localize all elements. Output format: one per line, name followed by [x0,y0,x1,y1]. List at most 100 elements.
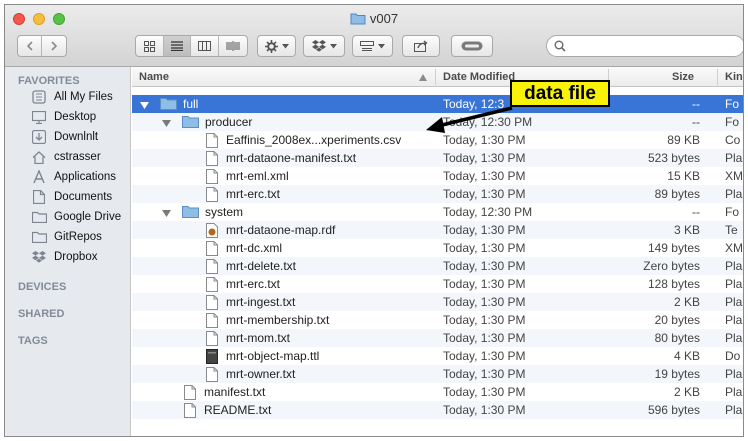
file-kind: Fo [725,115,740,129]
file-name: full [183,97,199,111]
column-name-header[interactable]: Name [139,71,169,83]
file-size: 149 bytes [647,241,700,255]
folder-icon [31,230,47,244]
sidebar-item-google-drive[interactable]: Google Drive [31,208,121,226]
column-date-header[interactable]: Date Modified [443,71,515,83]
date-modified: Today, 1:30 PM [443,187,526,201]
file-kind: XM [725,169,743,183]
file-row[interactable]: mrt-owner.txt Today, 1:30 PM 19 bytes Pla [132,365,743,383]
file-size: 596 bytes [647,403,700,417]
file-row[interactable]: Eaffinis_2008ex...xperiments.csv Today, 1… [132,131,743,149]
sidebar-item-dropbox[interactable]: Dropbox [31,248,97,266]
file-size: Zero bytes [643,259,700,273]
sidebar-item-label: cstrasser [54,151,101,163]
file-name: mrt-membership.txt [226,313,330,327]
date-modified: Today, 1:30 PM [443,331,526,345]
sidebar-item-documents[interactable]: Documents [31,188,112,206]
file-kind: Pla [725,151,743,165]
cover-flow-button[interactable] [219,36,247,56]
sidebar-item-cstrasser[interactable]: cstrasser [31,148,101,166]
file-row[interactable]: mrt-erc.txt Today, 1:30 PM 89 bytes Pla [132,185,743,203]
forward-button[interactable] [42,36,66,56]
file-kind: Do [725,349,741,363]
folder-row[interactable]: full Today, 12:3 -- Fo [132,95,743,113]
file-row[interactable]: mrt-delete.txt Today, 1:30 PM Zero bytes Pl… [132,257,743,275]
desktop-icon [31,110,47,124]
file-size: 2 KB [673,295,700,309]
file-list: Name Date Modified Size Kin full Today, 1… [132,67,743,436]
column-size-header[interactable]: Size [672,71,694,83]
sidebar-item-all-my-files[interactable]: All My Files [31,88,113,106]
list-view-button[interactable] [163,36,192,56]
file-size: 2 KB [673,385,700,399]
column-divider[interactable] [435,69,436,85]
file-row[interactable]: mrt-erc.txt Today, 1:30 PM 128 bytes Pla [132,275,743,293]
back-forward-control [17,35,67,57]
sidebar-item-desktop[interactable]: Desktop [31,108,96,126]
file-size: 89 bytes [654,187,700,201]
column-kind-header[interactable]: Kin [725,71,743,83]
edit-tags-button[interactable] [451,35,493,57]
file-size: 89 KB [667,133,700,147]
file-row[interactable]: mrt-dataone-manifest.txt Today, 1:30 PM 52… [132,149,743,167]
date-modified: Today, 1:30 PM [443,169,526,183]
file-kind: Pla [725,367,743,381]
documents-icon [31,190,47,204]
window-title: v007 [5,11,743,26]
column-view-button[interactable] [191,36,219,56]
file-size: 20 bytes [654,313,700,327]
folder-row[interactable]: producer Today, 12:30 PM -- Fo [132,113,743,131]
file-name: system [205,205,244,219]
back-button[interactable] [18,36,43,56]
disclosure-triangle-icon[interactable] [140,99,149,113]
file-row[interactable]: mrt-dc.xml Today, 1:30 PM 149 bytes XM [132,239,743,257]
file-size: 19 bytes [654,367,700,381]
view-mode-control [135,35,248,57]
date-modified: Today, 12:3 [443,97,505,111]
file-name: README.txt [204,403,272,417]
dropbox-icon [311,40,326,52]
arrange-menu-button[interactable] [352,35,393,57]
share-button[interactable] [402,35,440,57]
date-modified: Today, 1:30 PM [443,133,526,147]
sidebar-item-label: Dropbox [54,251,98,263]
shared-heading[interactable]: SHARED [18,308,64,320]
chevron-right-icon [51,41,58,51]
sidebar-item-label: GitRepos [54,231,102,243]
share-icon [414,40,428,52]
window-title-text: v007 [369,11,399,26]
file-row[interactable]: mrt-object-map.ttl Today, 1:30 PM 4 KB Do [132,347,743,365]
date-modified: Today, 1:30 PM [443,349,526,363]
sidebar-item-gitrepos[interactable]: GitRepos [31,228,102,246]
file-size: 128 bytes [647,277,700,291]
action-menu-button[interactable] [257,35,296,57]
tag-pill-icon [461,41,483,51]
column-divider[interactable] [717,69,718,85]
sidebar-item-applications[interactable]: Applications [31,168,116,186]
dropbox-menu-button[interactable] [303,35,345,57]
date-modified: Today, 12:30 PM [443,205,533,219]
devices-heading[interactable]: DEVICES [18,281,66,293]
sidebar-item-downlnlt[interactable]: Downlnlt [31,128,98,146]
file-row[interactable]: mrt-membership.txt Today, 1:30 PM 20 bytes… [132,311,743,329]
search-field[interactable] [546,35,743,57]
file-row[interactable]: README.txt Today, 1:30 PM 596 bytes Pla [132,401,743,419]
title-bar: v007 [5,5,743,67]
finder-window: v007 FAVORITES All My Files Desktop Down… [4,4,744,437]
file-kind: Pla [725,187,743,201]
file-name: mrt-dataone-manifest.txt [226,151,357,165]
file-row[interactable]: mrt-eml.xml Today, 1:30 PM 15 KB XM [132,167,743,185]
date-modified: Today, 1:30 PM [443,241,526,255]
file-row[interactable]: mrt-dataone-map.rdf Today, 1:30 PM 3 KB Te [132,221,743,239]
folder-row[interactable]: system Today, 12:30 PM -- Fo [132,203,743,221]
file-row[interactable]: mrt-mom.txt Today, 1:30 PM 80 bytes Pla [132,329,743,347]
sidebar: FAVORITES All My Files Desktop Downlnlt … [5,67,131,436]
disclosure-triangle-icon[interactable] [162,207,171,221]
file-name: mrt-erc.txt [226,277,280,291]
chevron-down-icon [378,43,385,48]
file-row[interactable]: mrt-ingest.txt Today, 1:30 PM 2 KB Pla [132,293,743,311]
icon-view-button[interactable] [136,36,164,56]
disclosure-triangle-icon[interactable] [162,117,171,131]
file-row[interactable]: manifest.txt Today, 1:30 PM 2 KB Pla [132,383,743,401]
tags-heading[interactable]: TAGS [18,335,48,347]
